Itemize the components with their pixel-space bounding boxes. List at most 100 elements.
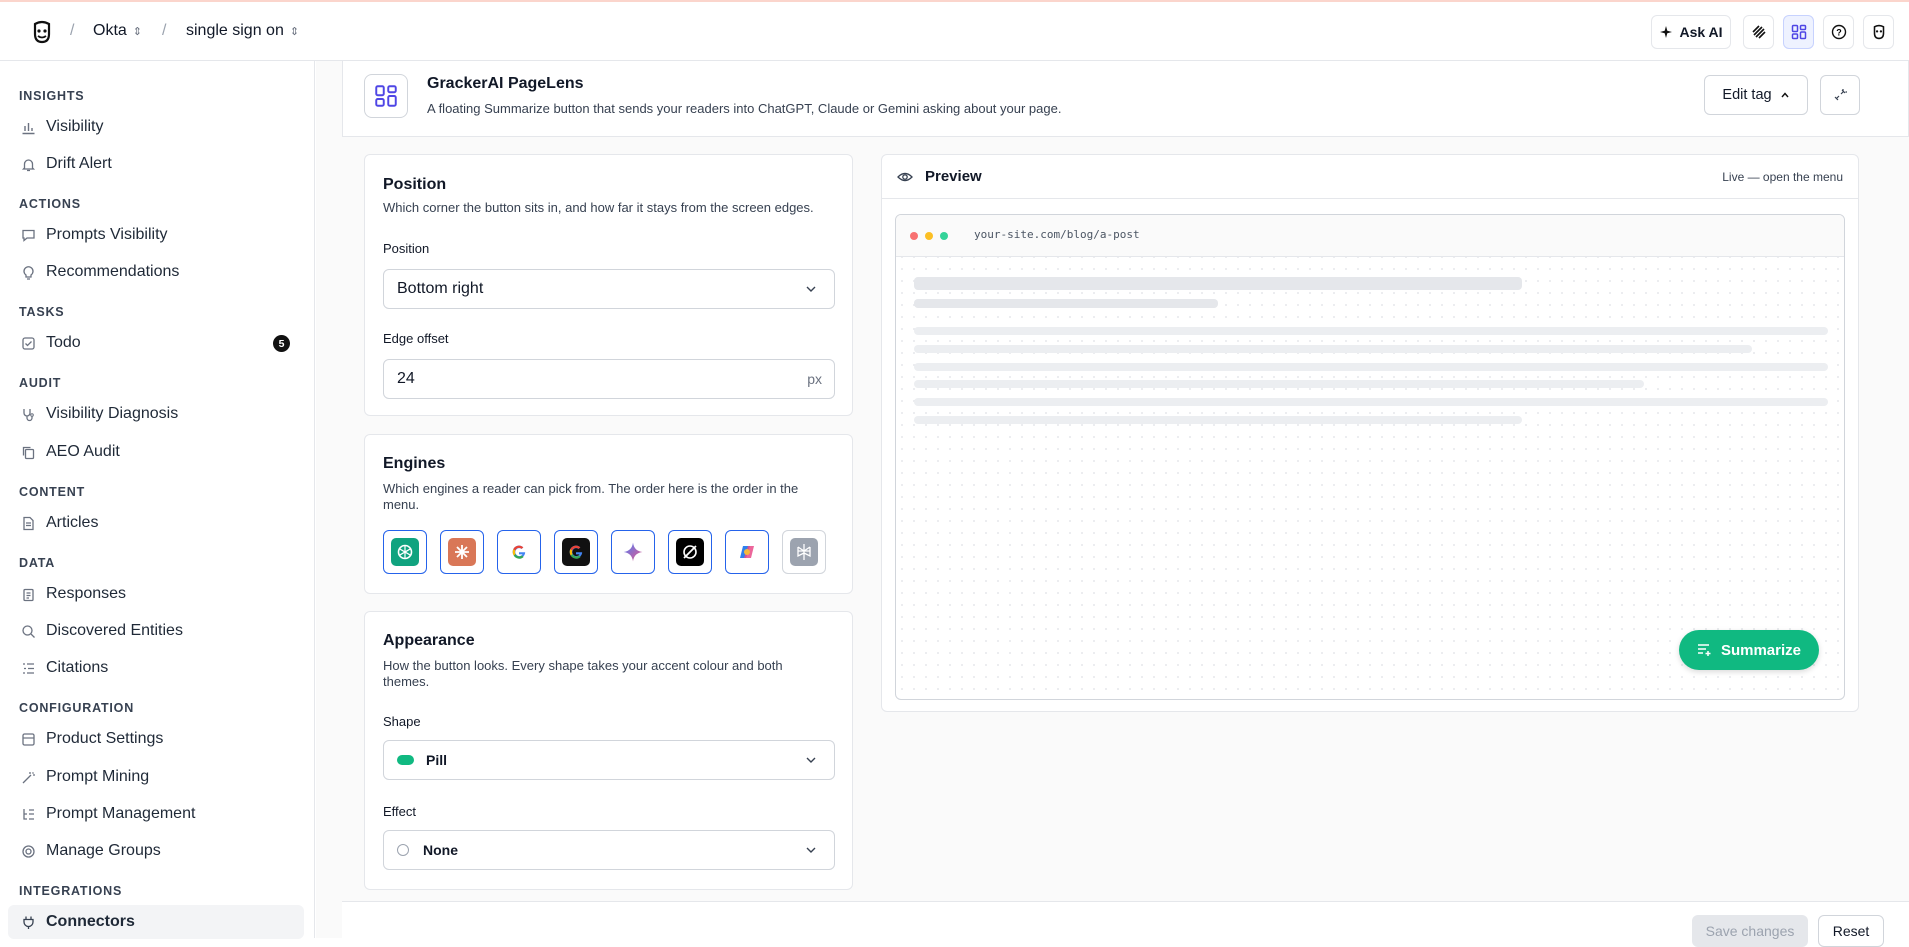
help-button[interactable]: ? (1823, 15, 1854, 49)
engine-claude[interactable] (440, 530, 484, 574)
edge-offset-input[interactable]: 24 px (383, 359, 835, 399)
dashboard-button[interactable] (1783, 15, 1814, 49)
sidebar-item-label: Visibility (46, 118, 104, 135)
engine-gemini[interactable] (611, 530, 655, 574)
edge-offset-unit: px (807, 371, 822, 387)
sidebar-item-drift-alert[interactable]: Drift Alert (8, 147, 304, 181)
sidebar-item-connectors[interactable]: Connectors (8, 905, 304, 939)
sidebar-item-articles[interactable]: Articles (8, 506, 304, 540)
chevron-updown-icon: ⇕ (132, 25, 143, 38)
breadcrumb-org[interactable]: Okta ⇕ (93, 22, 142, 40)
sidebar-item-manage-groups[interactable]: Manage Groups (8, 834, 304, 868)
summarize-button[interactable]: Summarize (1679, 630, 1819, 670)
sidebar-item-label: Visibility Diagnosis (46, 405, 179, 422)
appearance-panel: Appearance How the button looks. Every s… (364, 611, 853, 890)
chevron-updown-icon: ⇕ (289, 25, 300, 38)
preview-header: Preview Live — open the menu (882, 155, 1858, 199)
section-title-tasks: TASKS (19, 305, 65, 319)
position-select[interactable]: Bottom right (383, 269, 835, 309)
sidebar-item-visibility-diagnosis[interactable]: Visibility Diagnosis (8, 397, 304, 431)
breadcrumb-org-label: Okta (93, 22, 127, 39)
section-title-audit: AUDIT (19, 376, 62, 390)
engines-title: Engines (383, 455, 446, 472)
plug-icon (20, 914, 36, 930)
unlink-button[interactable] (1820, 75, 1860, 115)
sidebar-item-prompts-visibility[interactable]: Prompts Visibility (8, 218, 304, 252)
engines-description: Which engines a reader can pick from. Th… (383, 481, 799, 512)
skeleton-line (914, 327, 1828, 335)
lightbulb-icon (20, 264, 36, 280)
window-maximize-dot (940, 232, 948, 240)
edit-tag-button[interactable]: Edit tag (1704, 75, 1808, 115)
sidebar-item-label: Product Settings (46, 730, 164, 747)
sidebar-item-label: Prompt Management (46, 805, 196, 822)
engine-perplexity[interactable] (782, 530, 826, 574)
section-title-insights: INSIGHTS (19, 89, 85, 103)
reset-button[interactable]: Reset (1818, 915, 1884, 947)
stethoscope-icon (20, 406, 36, 422)
sidebar-item-label: Articles (46, 514, 99, 531)
footer-bar: Save changes Reset (342, 901, 1909, 947)
top-header: / Okta ⇕ / single sign on ⇕ Ask AI ? (0, 2, 1909, 61)
summarize-lines-icon (1697, 644, 1711, 656)
shape-label: Shape (383, 714, 421, 729)
sidebar-item-visibility[interactable]: Visibility (8, 110, 304, 144)
profile-button[interactable] (1863, 15, 1894, 49)
sidebar-item-recommendations[interactable]: Recommendations (8, 255, 304, 289)
sidebar-item-citations[interactable]: Citations (8, 651, 304, 685)
browser-toolbar: your-site.com/blog/a-post (896, 215, 1844, 257)
engine-google-ai-mode[interactable] (554, 530, 598, 574)
preview-hint: Live — open the menu (1722, 170, 1843, 184)
sidebar-item-product-settings[interactable]: Product Settings (8, 722, 304, 756)
section-title-content: CONTENT (19, 485, 86, 499)
chevron-down-icon (806, 847, 816, 853)
section-title-data: DATA (19, 556, 56, 570)
app-logo-icon[interactable] (28, 18, 56, 46)
shape-select[interactable]: Pill (383, 740, 835, 780)
ask-ai-button[interactable]: Ask AI (1651, 15, 1731, 49)
groups-icon (20, 843, 36, 859)
sidebar-item-prompt-management[interactable]: Prompt Management (8, 797, 304, 831)
gemini-icon (619, 538, 647, 566)
help-icon: ? (1831, 24, 1846, 40)
effect-label: Effect (383, 804, 417, 819)
sidebar-item-label: Discovered Entities (46, 622, 183, 639)
clipboard-icon (20, 586, 36, 602)
breadcrumb-project[interactable]: single sign on ⇕ (186, 22, 299, 40)
engine-copilot[interactable] (725, 530, 769, 574)
integrations-button[interactable] (1743, 15, 1774, 49)
save-changes-button[interactable]: Save changes (1692, 915, 1808, 947)
sidebar-item-prompt-mining[interactable]: Prompt Mining (8, 760, 304, 794)
sparkle-icon (1660, 26, 1673, 38)
sidebar-item-label: Drift Alert (46, 155, 112, 172)
preview-title: Preview (925, 168, 982, 185)
dashboard-icon (1791, 24, 1806, 40)
tag-title: GrackerAI PageLens (427, 75, 584, 92)
skeleton-line (914, 398, 1828, 406)
google-icon (505, 538, 533, 566)
sidebar-item-label: AEO Audit (46, 443, 120, 460)
window-close-dot (910, 232, 918, 240)
copy-icon (20, 444, 36, 460)
ask-ai-label: Ask AI (1679, 24, 1723, 40)
engine-grok[interactable] (668, 530, 712, 574)
engine-chatgpt[interactable] (383, 530, 427, 574)
sidebar-item-label: Prompt Mining (46, 768, 150, 785)
position-panel: Position Which corner the button sits in… (364, 154, 853, 416)
bar-chart-icon (20, 119, 36, 135)
sidebar-item-todo[interactable]: Todo 5 (8, 326, 304, 360)
engine-google[interactable] (497, 530, 541, 574)
pill-shape-icon (397, 755, 414, 765)
sidebar-item-aeo-audit[interactable]: AEO Audit (8, 435, 304, 469)
perplexity-icon (790, 538, 818, 566)
preview-browser-frame: your-site.com/blog/a-post Summarize (895, 214, 1845, 700)
chevron-down-icon (806, 286, 816, 292)
preview-panel: Preview Live — open the menu your-site.c… (881, 154, 1859, 712)
sidebar-item-responses[interactable]: Responses (8, 577, 304, 611)
file-text-icon (20, 515, 36, 531)
summarize-label: Summarize (1720, 641, 1802, 659)
effect-select[interactable]: None (383, 830, 835, 870)
sidebar-item-discovered-entities[interactable]: Discovered Entities (8, 614, 304, 648)
effect-value: None (423, 842, 458, 858)
chatgpt-icon (391, 538, 419, 566)
